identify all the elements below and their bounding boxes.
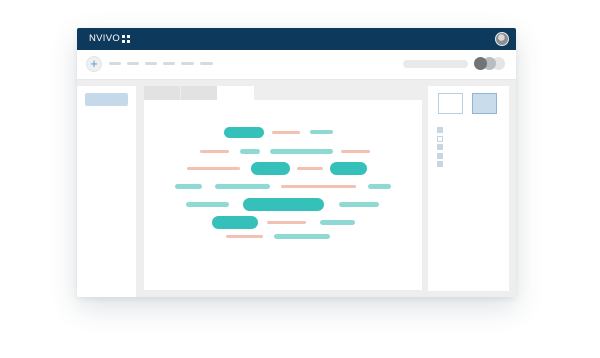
navigation-sidebar xyxy=(77,86,136,297)
word-13[interactable] xyxy=(215,184,270,189)
word-1[interactable] xyxy=(224,127,264,138)
app-logo[interactable]: NVIVO xyxy=(89,33,130,45)
workspace xyxy=(77,80,516,297)
user-avatar-icon[interactable] xyxy=(495,32,509,46)
properties-panel xyxy=(428,86,509,291)
panel-list-item-1[interactable] xyxy=(437,127,443,133)
tab-2[interactable] xyxy=(181,86,217,101)
list-view-icon[interactable] xyxy=(438,93,463,114)
menu-item-1[interactable] xyxy=(109,62,121,65)
word-11[interactable] xyxy=(330,162,367,175)
menu-item-2[interactable] xyxy=(127,62,139,65)
app-title: NVIVO xyxy=(89,33,121,44)
word-9[interactable] xyxy=(251,162,290,175)
word-4[interactable] xyxy=(200,150,229,153)
menu-item-3[interactable] xyxy=(145,62,157,65)
word-3[interactable] xyxy=(310,130,333,134)
word-cloud-canvas xyxy=(144,100,422,290)
word-14[interactable] xyxy=(281,185,356,188)
word-21[interactable] xyxy=(320,220,355,225)
menu-item-5[interactable] xyxy=(181,62,194,65)
nvivo-four-dots-icon xyxy=(122,35,130,43)
word-22[interactable] xyxy=(226,235,263,238)
word-10[interactable] xyxy=(297,167,323,170)
plus-icon: + xyxy=(90,56,98,71)
word-17[interactable] xyxy=(243,198,324,211)
word-15[interactable] xyxy=(368,184,391,189)
title-bar: NVIVO xyxy=(77,28,516,50)
sidebar-item-selected[interactable] xyxy=(85,93,128,106)
word-6[interactable] xyxy=(270,149,333,154)
word-20[interactable] xyxy=(267,221,306,224)
panel-list-item-2[interactable] xyxy=(437,136,443,142)
tab-1[interactable] xyxy=(144,86,180,101)
word-12[interactable] xyxy=(175,184,202,189)
panel-list-item-4[interactable] xyxy=(437,153,443,159)
word-cloud-icon xyxy=(175,127,391,239)
tab-3-active[interactable] xyxy=(217,86,254,101)
word-8[interactable] xyxy=(187,167,240,170)
panel-list-item-3[interactable] xyxy=(437,144,443,150)
word-16[interactable] xyxy=(186,202,229,207)
panel-list-item-5[interactable] xyxy=(437,161,443,167)
word-7[interactable] xyxy=(341,150,370,153)
word-18[interactable] xyxy=(339,202,379,207)
word-5[interactable] xyxy=(240,149,260,154)
search-input[interactable] xyxy=(403,60,468,68)
app-window: NVIVO + xyxy=(77,28,516,297)
grid-view-icon[interactable] xyxy=(472,93,497,114)
menu-item-6[interactable] xyxy=(200,62,213,65)
menu-item-4[interactable] xyxy=(163,62,175,65)
view-toggle[interactable] xyxy=(474,57,506,70)
toggle-icon xyxy=(474,57,487,70)
word-23[interactable] xyxy=(274,234,330,239)
word-2[interactable] xyxy=(272,131,300,134)
word-cloud xyxy=(175,127,391,239)
word-19[interactable] xyxy=(212,216,258,229)
add-button[interactable]: + xyxy=(86,56,102,72)
ribbon-toolbar: + xyxy=(77,50,516,80)
